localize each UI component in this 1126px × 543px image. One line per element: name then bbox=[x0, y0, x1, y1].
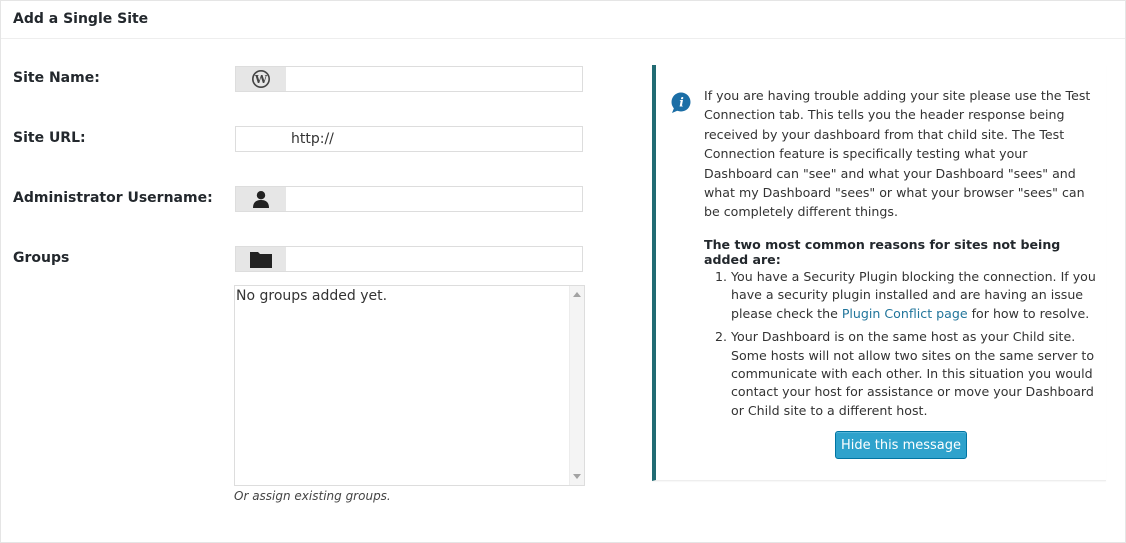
url-prefix: http:// bbox=[291, 131, 334, 147]
hide-message-button[interactable]: Hide this message bbox=[835, 431, 967, 459]
list-item-text-after: for how to resolve. bbox=[967, 305, 1090, 321]
groups-field[interactable] bbox=[235, 246, 583, 272]
notice-paragraph: If you are having trouble adding your si… bbox=[704, 86, 1099, 222]
list-item: 2. Your Dashboard is on the same host as … bbox=[704, 328, 1102, 420]
groups-label: Groups bbox=[13, 250, 70, 266]
svg-text:W: W bbox=[254, 73, 268, 86]
site-url-field[interactable]: http:// bbox=[235, 126, 583, 152]
plugin-conflict-link[interactable]: Plugin Conflict page bbox=[842, 306, 968, 321]
add-site-panel: Add a Single Site Site Name: W Site URL:… bbox=[0, 0, 1126, 543]
notice-paragraph-text: If you are having trouble adding your si… bbox=[704, 88, 1091, 220]
notice-list: 1. You have a Security Plugin blocking th… bbox=[704, 268, 1102, 425]
site-name-field[interactable]: W bbox=[235, 66, 583, 92]
admin-username-field[interactable] bbox=[235, 186, 583, 212]
groups-scrollbar[interactable] bbox=[569, 286, 584, 485]
groups-hint: Or assign existing groups. bbox=[234, 489, 391, 503]
folder-icon bbox=[236, 247, 286, 271]
groups-listbox[interactable]: No groups added yet. bbox=[234, 285, 585, 486]
list-item-number: 2. bbox=[715, 329, 728, 345]
user-icon bbox=[236, 187, 286, 211]
list-item: 1. You have a Security Plugin blocking th… bbox=[704, 268, 1102, 323]
site-name-label: Site Name: bbox=[13, 70, 100, 86]
list-item-number: 1. bbox=[715, 269, 728, 284]
scroll-down-arrow-icon[interactable] bbox=[573, 474, 581, 479]
groups-empty-text: No groups added yet. bbox=[236, 288, 388, 304]
info-icon: i bbox=[669, 92, 693, 114]
admin-username-label: Administrator Username: bbox=[13, 190, 213, 206]
list-item-text: Your Dashboard is on the same host as yo… bbox=[731, 329, 1095, 418]
svg-text:i: i bbox=[679, 96, 684, 110]
help-notice: i If you are having trouble adding your … bbox=[652, 65, 1106, 481]
notice-heading: The two most common reasons for sites no… bbox=[704, 237, 1061, 267]
site-url-label: Site URL: bbox=[13, 130, 86, 146]
scroll-up-arrow-icon[interactable] bbox=[573, 292, 581, 297]
panel-header: Add a Single Site bbox=[1, 1, 1125, 39]
wordpress-icon: W bbox=[236, 67, 286, 91]
panel-title: Add a Single Site bbox=[13, 11, 149, 27]
